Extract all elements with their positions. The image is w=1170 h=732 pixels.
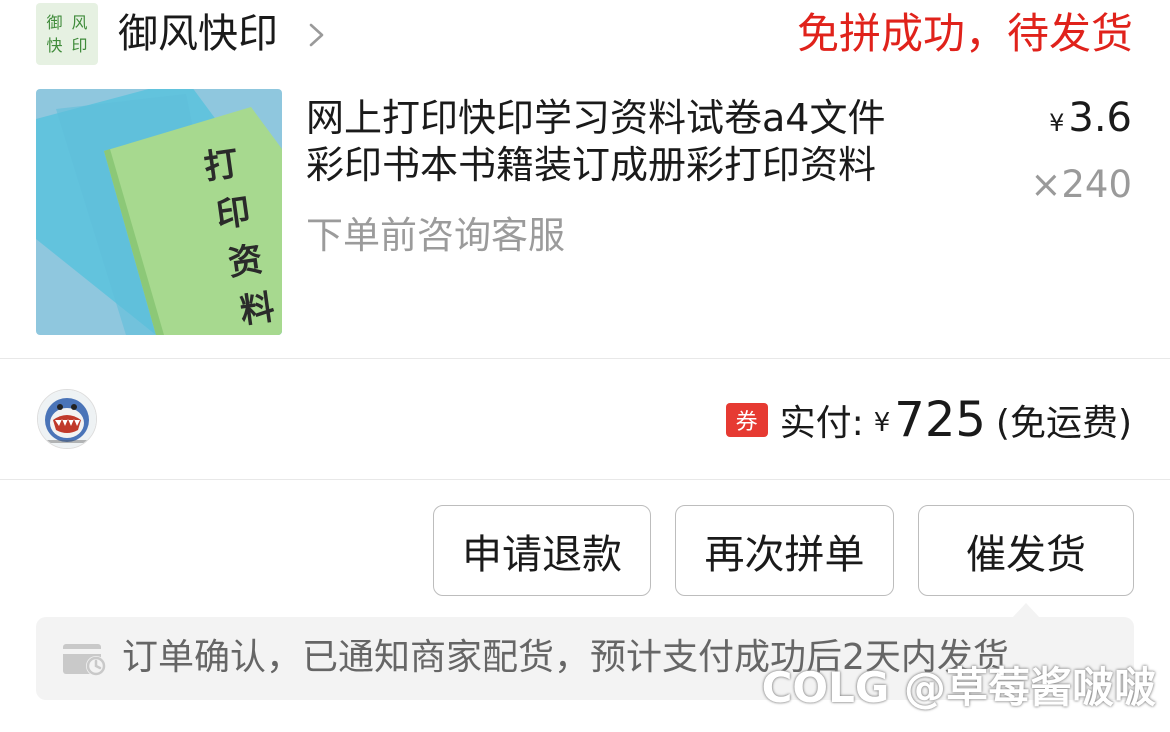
payment-summary: 券 实付: ¥ 725 (免运费) — [725, 392, 1132, 448]
divider — [0, 358, 1170, 359]
chevron-right-icon[interactable] — [306, 22, 328, 48]
watermark: COLG @草莓酱啵啵 — [761, 663, 1156, 712]
thumbnail-char: 料 — [238, 288, 277, 332]
notice-pointer — [1012, 603, 1040, 618]
shop-logo[interactable]: 御 风 快 印 — [36, 3, 98, 65]
product-thumbnail[interactable]: 打 印 资 料 — [36, 89, 282, 335]
wallet-clock-icon — [63, 644, 106, 676]
shipping-note: (免运费) — [995, 403, 1132, 444]
order-status: 免拼成功，待发货 — [796, 9, 1133, 58]
paid-currency: ¥ — [873, 408, 891, 438]
product-note: 下单前咨询客服 — [306, 214, 565, 257]
quantity: ×240 — [1030, 163, 1132, 206]
unit-price: ¥3.6 — [1049, 94, 1132, 147]
shop-logo-char: 印 — [71, 36, 88, 55]
coupon-badge: 券 — [725, 403, 768, 437]
refund-button[interactable]: 申请退款 — [433, 505, 651, 596]
price-value: 3.6 — [1068, 95, 1132, 141]
divider — [0, 479, 1170, 480]
paid-label: 实付: — [779, 403, 864, 444]
thumbnail-char: 印 — [214, 192, 253, 236]
thumbnail-char: 打 — [202, 144, 241, 188]
avatar[interactable] — [37, 389, 97, 449]
product-title-line: 彩印书本书籍装订成册彩打印资料 — [306, 143, 877, 187]
shop-logo-char: 快 — [46, 36, 63, 55]
product-title[interactable]: 网上打印快印学习资料试卷a4文件 彩印书本书籍装订成册彩打印资料 — [306, 95, 986, 189]
thumbnail-char: 资 — [226, 240, 265, 284]
shop-name[interactable]: 御风快印 — [118, 8, 278, 60]
shop-logo-char: 风 — [71, 13, 88, 32]
shop-header: 御 风 快 印 御风快印 免拼成功，待发货 — [0, 0, 1170, 80]
shop-logo-char: 御 — [46, 13, 63, 32]
product-title-line: 网上打印快印学习资料试卷a4文件 — [306, 96, 886, 140]
product-image: 打 印 资 料 — [36, 89, 282, 335]
price-currency: ¥ — [1049, 109, 1065, 137]
urge-shipping-button[interactable]: 催发货 — [918, 505, 1134, 596]
paid-amount: 725 — [894, 392, 986, 448]
regroup-button[interactable]: 再次拼单 — [675, 505, 894, 596]
avatar-image — [38, 390, 96, 448]
